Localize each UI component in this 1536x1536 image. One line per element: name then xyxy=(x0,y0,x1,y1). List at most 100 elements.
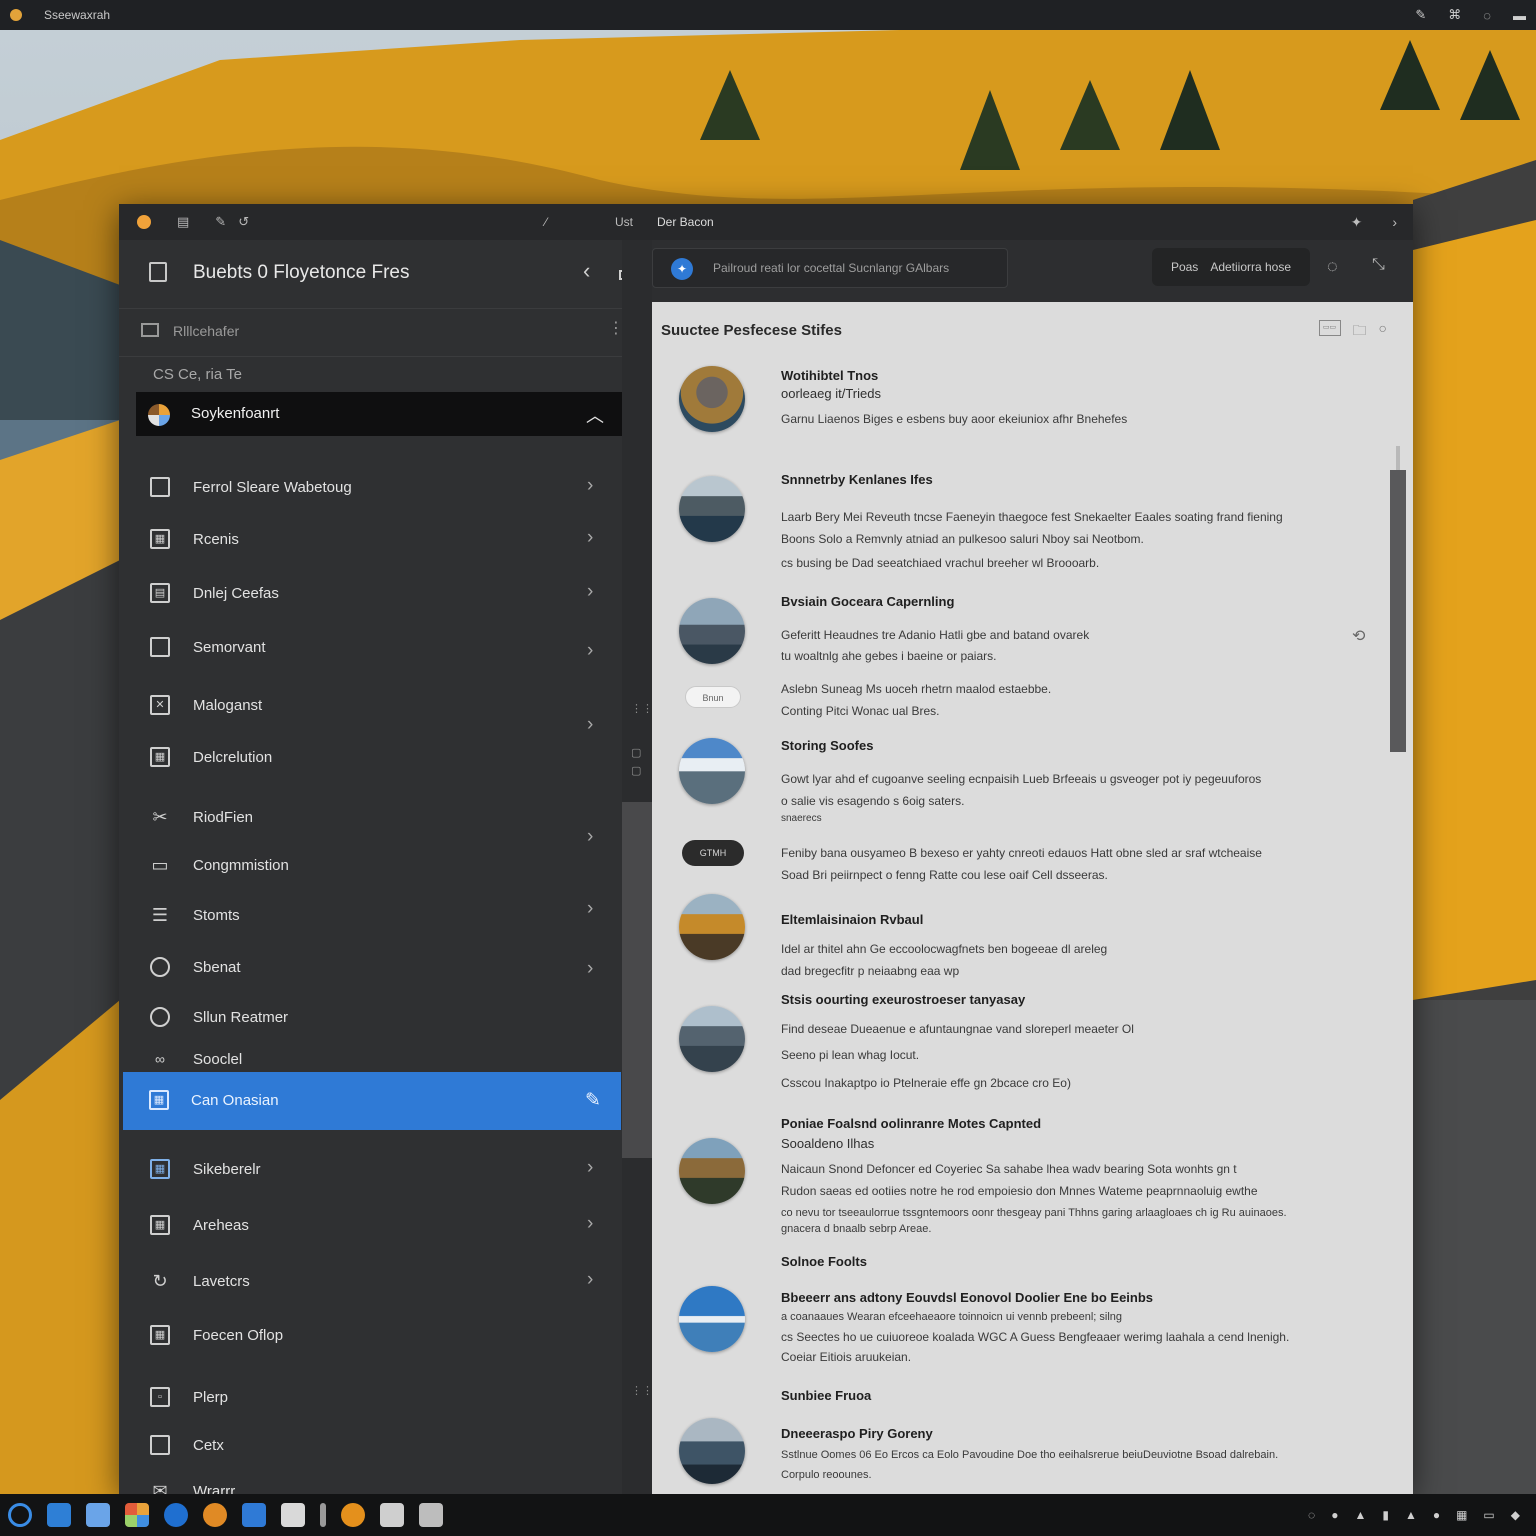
sidebar-item-17[interactable]: ▫ Plerp xyxy=(119,1376,625,1420)
edit-icon[interactable]: ✎ xyxy=(215,214,226,230)
calculator-icon[interactable] xyxy=(419,1503,443,1527)
chevron-up-icon[interactable]: ︿ xyxy=(586,402,604,428)
sidebar-item-15[interactable]: ↻ Lavetcrs › xyxy=(119,1260,625,1304)
undo-icon[interactable]: ↺ xyxy=(238,214,249,230)
status-badge[interactable]: Bnun xyxy=(685,686,741,708)
files-icon[interactable] xyxy=(380,1503,404,1527)
content-scrollbar-thumb[interactable] xyxy=(1390,470,1406,752)
folder-icon xyxy=(141,323,159,337)
sidebar-item-16[interactable]: ▦ Foecen Oflop xyxy=(119,1314,625,1358)
sidebar-item-3[interactable]: Semorvant › xyxy=(119,626,625,670)
os-logo-icon[interactable] xyxy=(10,9,22,21)
folder-icon[interactable]: 🗀 xyxy=(1353,320,1367,344)
media-icon[interactable] xyxy=(341,1503,365,1527)
start-icon[interactable] xyxy=(8,1503,32,1527)
wifi-icon[interactable]: ▲ xyxy=(1405,1508,1417,1522)
link-icon: ∞ xyxy=(155,1051,165,1067)
search-input[interactable]: ✦ Pailroud reati lor cocettal Sucnlangr … xyxy=(652,248,1008,288)
sidebar-item-12[interactable]: ▦ Can Onasian ✎ xyxy=(123,1072,621,1130)
os-top-bar: Sseewaxrah ✎ ⌘ ◌ ▬ xyxy=(0,0,1536,30)
back-arrow-icon[interactable]: ‹ xyxy=(583,258,590,284)
sidebar-filter[interactable]: CS Ce, ria Te xyxy=(153,366,242,383)
refresh-icon[interactable]: ○ xyxy=(1379,320,1387,344)
item-description: Feniby bana ousyameo B bexeso er yahty c… xyxy=(781,846,1262,860)
sidebar-item-13[interactable]: ▦ Sikeberelr › xyxy=(119,1148,625,1192)
sidebar-item-5[interactable]: ▦ Delcrelution xyxy=(119,736,625,780)
chat-icon[interactable]: ▭ xyxy=(1483,1508,1494,1522)
sidebar-item-label: Lavetcrs xyxy=(193,1273,250,1290)
sidebar-scrollbar-thumb[interactable] xyxy=(622,802,652,1158)
view-toggle-icon[interactable]: ▭▭ xyxy=(1318,320,1341,336)
refresh-icon[interactable]: ◌ xyxy=(1483,8,1491,23)
chat-icon: ▭ xyxy=(151,855,169,875)
minimize-icon[interactable]: ▬ xyxy=(1513,8,1526,23)
gamepad-icon[interactable]: ⌘ xyxy=(1448,7,1461,23)
grid-icon[interactable]: ▦ xyxy=(1456,1508,1467,1522)
dot-icon[interactable] xyxy=(137,215,151,229)
store-icon[interactable] xyxy=(125,1503,149,1527)
chevron-right-icon[interactable]: › xyxy=(1392,214,1397,231)
filter-pill-button[interactable]: Poas Adetiiorra hose xyxy=(1152,248,1310,286)
menu-icon[interactable] xyxy=(320,1503,326,1527)
sidebar-item-0[interactable]: Ferrol Sleare Wabetoug › xyxy=(119,466,625,510)
taskbar: ◌ ● ▲ ▮ ▲ ● ▦ ▭ ◆ xyxy=(0,1494,1536,1536)
expand-icon[interactable]: ⤡ xyxy=(1372,256,1385,274)
sidebar-item-7[interactable]: ▭ Congmmistion xyxy=(119,844,625,888)
app-icon[interactable] xyxy=(242,1503,266,1527)
sidebar-item-18[interactable]: Cetx xyxy=(119,1424,625,1468)
sidebar-item-8[interactable]: ☰ Stomts › xyxy=(119,894,625,938)
item-title: Poniae Foalsnd oolinranre Motes Capnted xyxy=(781,1116,1042,1131)
loading-icon[interactable]: ◌ xyxy=(1327,256,1338,277)
sidebar-item-label: Ferrol Sleare Wabetoug xyxy=(193,479,352,496)
sidebar-selected-group[interactable]: Soykenfoanrt ︿ xyxy=(136,392,622,436)
image-icon[interactable]: ▤ xyxy=(177,214,189,230)
splitter-grip-icon[interactable]: ⋮⋮ xyxy=(631,702,653,715)
desktop-icon[interactable] xyxy=(86,1503,110,1527)
lake-thumb xyxy=(679,476,745,542)
titlebar-pen-icon[interactable]: ⁄ xyxy=(545,215,547,229)
sidebar-item-1[interactable]: ▦ Rcenis › xyxy=(119,518,625,562)
sidebar-item-19[interactable]: ✉ Wrarrr xyxy=(119,1470,625,1494)
splitter-square-icon[interactable]: ▢ xyxy=(631,764,641,777)
sidebar-item-label: Wrarrr xyxy=(193,1483,236,1494)
cloud-icon[interactable]: ● xyxy=(1331,1508,1338,1522)
item-description: snaerecs xyxy=(781,813,822,824)
item-description: Geferitt Heaudnes tre Adanio Hatli gbe a… xyxy=(781,628,1090,642)
item-description: Coeiar Eitiois aruukeian. xyxy=(781,1350,912,1364)
inbox-icon xyxy=(150,957,170,977)
panel-splitter[interactable]: ⋮⋮ ▢ ▢ ⋮⋮ xyxy=(622,240,653,1494)
explorer-icon[interactable] xyxy=(47,1503,71,1527)
content-title: Suuctee Pesfecese Stifes xyxy=(661,322,842,339)
window-titlebar: ▤ ✎ ↺ ⁄ Ust Der Bacon ✦ › xyxy=(119,204,1413,240)
sidebar-item-label: Maloganst xyxy=(193,697,263,714)
sidebar-item-10[interactable]: Sllun Reatmer xyxy=(119,996,625,1040)
notifications-icon[interactable]: ◆ xyxy=(1511,1508,1520,1522)
network-icon[interactable]: ◌ xyxy=(1308,1508,1315,1522)
item-title: Storing Soofes xyxy=(781,738,874,753)
sidebar-item-6[interactable]: ✂ RiodFien › xyxy=(119,796,625,847)
item-description: Aslebn Suneag Ms uoceh rhetrn maalod est… xyxy=(781,682,1052,696)
pin-icon[interactable]: ✎ xyxy=(585,1089,601,1112)
firefox-icon[interactable] xyxy=(203,1503,227,1527)
pen-icon[interactable]: ✎ xyxy=(1415,7,1426,23)
user-icon[interactable]: ● xyxy=(1433,1508,1440,1522)
search-refresh-icon[interactable]: ⟲ xyxy=(1352,626,1365,646)
chevron-right-icon: › xyxy=(587,527,594,548)
window-icon xyxy=(150,637,170,657)
sidebar-item-4[interactable]: ✕ Maloganst › xyxy=(119,684,625,735)
battery-icon[interactable]: ▮ xyxy=(1382,1508,1389,1522)
pill-right-label: Adetiiorra hose xyxy=(1210,260,1292,274)
sidebar-subheader[interactable]: Rlllcehafer ⋮ xyxy=(119,308,625,357)
volume-icon[interactable]: ▲ xyxy=(1354,1508,1366,1522)
splitter-grip-icon[interactable]: ⋮⋮ xyxy=(631,1384,653,1397)
sidebar-item-9[interactable]: Sbenat › xyxy=(119,946,625,990)
status-badge[interactable]: GTMH xyxy=(682,840,744,866)
pin-icon[interactable]: ✦ xyxy=(1351,214,1363,231)
sidebar-item-2[interactable]: ▤ Dnlej Ceefas › xyxy=(119,572,625,616)
item-description: Gowt lyar ahd ef cugoanve seeling ecnpai… xyxy=(781,772,1262,786)
browser-icon[interactable] xyxy=(164,1503,188,1527)
splitter-square-icon[interactable]: ▢ xyxy=(631,746,641,759)
item-description: gnacera d bnaalb sebrp Areae. xyxy=(781,1223,932,1235)
mail-icon[interactable] xyxy=(281,1503,305,1527)
sidebar-item-14[interactable]: ▦ Areheas › xyxy=(119,1204,625,1248)
